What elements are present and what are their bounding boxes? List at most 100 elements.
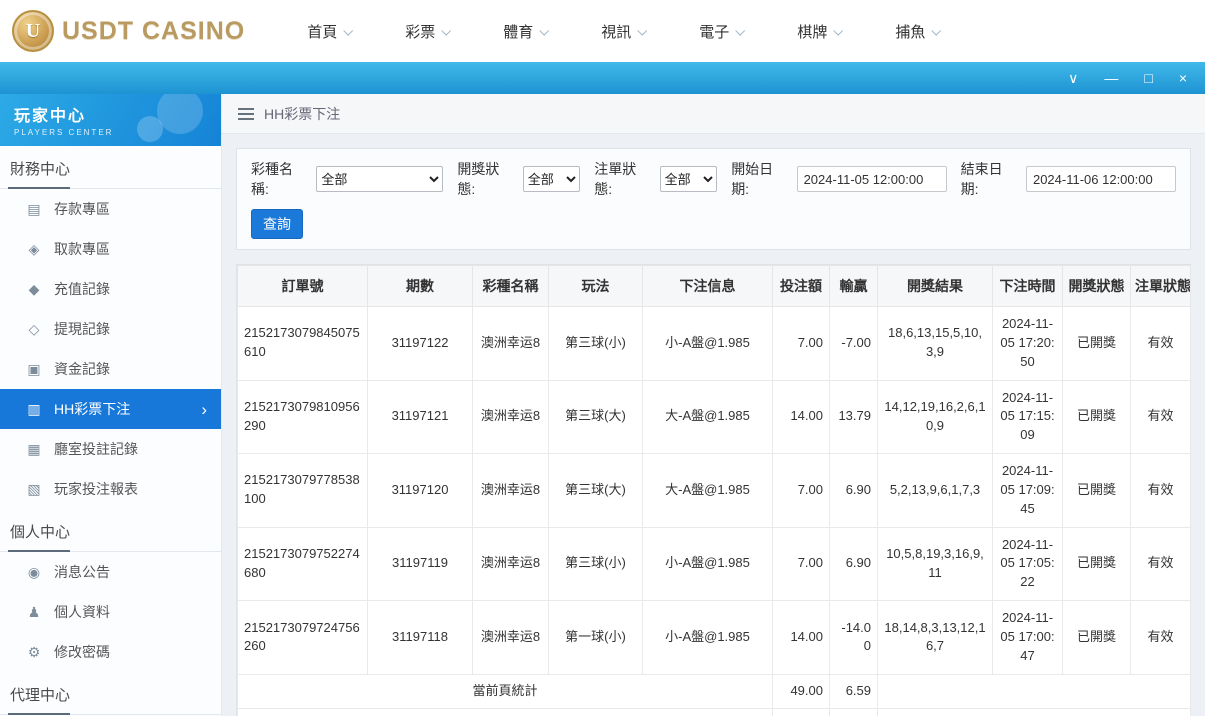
bets-table-panel: 訂單號期數彩種名稱玩法下注信息投注額輸贏開獎結果下注時間開獎狀態注單狀態2152…	[236, 264, 1191, 716]
column-header: 投注額	[773, 266, 830, 307]
table-cell: 31197122	[368, 307, 473, 381]
chevron-down-icon	[834, 25, 844, 35]
table-cell: 14.00	[773, 601, 830, 675]
grand-summary-win-loss: -15.46	[830, 708, 878, 716]
brand-logo[interactable]: U USDT CASINO	[12, 10, 245, 52]
table-cell: 已開獎	[1063, 454, 1131, 528]
players-center-subtitle: PLAYERS CENTER	[14, 128, 221, 137]
collapse-icon[interactable]: ∨	[1068, 71, 1078, 85]
chevron-down-icon	[344, 25, 354, 35]
table-cell: 18,14,8,3,13,12,16,7	[878, 601, 993, 675]
nav-item-2[interactable]: 彩票	[405, 21, 449, 42]
sidebar-item-label: 提現記錄	[54, 319, 110, 339]
filter-row: 彩種名稱: 全部 開獎狀態: 全部 注單狀態: 全部 開始日期:	[251, 159, 1176, 199]
window-titlebar: ∨ — □ ×	[0, 62, 1205, 94]
sidebar-item-bell[interactable]: ◉ 消息公告	[0, 552, 221, 592]
table-cell: 有效	[1131, 307, 1191, 381]
column-header: 輸贏	[830, 266, 878, 307]
breadcrumb: HH彩票下注	[222, 94, 1205, 134]
table-cell: 已開獎	[1063, 601, 1131, 675]
sidebar-item-user[interactable]: ♟ 個人資料	[0, 592, 221, 632]
draw-status-label: 開獎狀態:	[457, 159, 516, 199]
table-cell: 有效	[1131, 527, 1191, 601]
nav-item-label: 體育	[503, 21, 533, 42]
lottery-type-select[interactable]: 全部	[316, 166, 443, 192]
sidebar-item-label: 存款專區	[54, 199, 110, 219]
sidebar-item-withdraw[interactable]: ◈取款專區	[0, 229, 221, 269]
lottery-type-label: 彩種名稱:	[251, 159, 310, 199]
sidebar-sections: 財務中心▤存款專區◈取款專區◆充值記錄◇提現記錄▣資金記錄▥HH彩票下注›▦廳室…	[0, 146, 221, 715]
grand-summary-empty-cell	[878, 708, 1191, 716]
hall-bet-record-icon: ▦	[26, 441, 42, 458]
page-summary-bet-total: 49.00	[773, 674, 830, 708]
sidebar-item-gear[interactable]: ⚙修改密碼	[0, 632, 221, 672]
column-header: 下注時間	[993, 266, 1063, 307]
column-header: 下注信息	[643, 266, 773, 307]
nav-item-label: 棋牌	[797, 21, 827, 42]
sidebar-item-hall-bet-record[interactable]: ▦ 廳室投註記錄	[0, 429, 221, 469]
sidebar-item-cashout-record[interactable]: ◇提現記錄	[0, 309, 221, 349]
sidebar-item-funds-record[interactable]: ▣資金記錄	[0, 349, 221, 389]
table-cell: 6.90	[830, 527, 878, 601]
sidebar-section-title: 代理中心	[0, 672, 221, 715]
bell-icon: ◉	[26, 564, 42, 581]
table-cell: -14.00	[830, 601, 878, 675]
chevron-down-icon	[932, 25, 942, 35]
table-cell: 第三球(大)	[549, 454, 643, 528]
table-cell: 2152173079724756260	[238, 601, 368, 675]
minimize-icon[interactable]: —	[1104, 71, 1118, 85]
column-header: 訂單號	[238, 266, 368, 307]
sidebar-item-recharge-record[interactable]: ◆充值記錄	[0, 269, 221, 309]
sidebar-item-label: 資金記錄	[54, 359, 110, 379]
search-button[interactable]: 查詢	[251, 209, 303, 239]
sidebar-item-label: 廳室投註記錄	[54, 439, 138, 459]
sidebar-item-deposit-card[interactable]: ▤存款專區	[0, 189, 221, 229]
close-icon[interactable]: ×	[1179, 71, 1187, 85]
user-icon: ♟	[26, 604, 42, 621]
order-status-select[interactable]: 全部	[660, 166, 718, 192]
nav-item-7[interactable]: 捕魚	[895, 21, 939, 42]
table-cell: 小-A盤@1.985	[643, 307, 773, 381]
table-row: 215217307972475626031197118澳洲幸运8第一球(小)小-…	[238, 601, 1191, 675]
sidebar-item-label: 消息公告	[54, 562, 110, 582]
table-cell: 有效	[1131, 601, 1191, 675]
column-header: 期數	[368, 266, 473, 307]
table-row: 215217307984507561031197122澳洲幸运8第三球(小)小-…	[238, 307, 1191, 381]
table-cell: 澳洲幸运8	[473, 601, 549, 675]
sidebar-item-label: 玩家投注報表	[54, 479, 138, 499]
page-summary-label: 當前頁統計	[238, 674, 773, 708]
gear-icon: ⚙	[26, 644, 42, 661]
nav-item-5[interactable]: 電子	[699, 21, 743, 42]
table-cell: 已開獎	[1063, 307, 1131, 381]
sidebar-item-label: HH彩票下注	[54, 399, 130, 419]
grand-summary-bet-total: 214.00	[773, 708, 830, 716]
nav-item-6[interactable]: 棋牌	[797, 21, 841, 42]
table-cell: 已開獎	[1063, 527, 1131, 601]
table-cell: 2024-11-05 17:20:50	[993, 307, 1063, 381]
nav-item-3[interactable]: 體育	[503, 21, 547, 42]
sidebar: 玩家中心 PLAYERS CENTER 財務中心▤存款專區◈取款專區◆充值記錄◇…	[0, 94, 222, 716]
table-cell: 2024-11-05 17:15:09	[993, 380, 1063, 454]
table-cell: 第三球(小)	[549, 307, 643, 381]
players-center-title: 玩家中心	[14, 102, 221, 126]
sidebar-item-label: 個人資料	[54, 602, 110, 622]
draw-status-select[interactable]: 全部	[523, 166, 581, 192]
main-nav: 首頁 彩票 體育 視訊 電子 棋牌 捕魚	[307, 21, 939, 42]
sidebar-item-lottery-bet[interactable]: ▥HH彩票下注›	[0, 389, 221, 429]
nav-item-4[interactable]: 視訊	[601, 21, 645, 42]
end-date-label: 結束日期:	[961, 159, 1020, 199]
page-summary-win-loss: 6.59	[830, 674, 878, 708]
maximize-icon[interactable]: □	[1144, 71, 1152, 85]
nav-item-label: 視訊	[601, 21, 631, 42]
start-date-input[interactable]	[797, 166, 947, 192]
menu-toggle-icon[interactable]	[238, 108, 254, 120]
table-cell: 6.90	[830, 454, 878, 528]
column-header: 彩種名稱	[473, 266, 549, 307]
withdraw-icon: ◈	[26, 241, 42, 258]
chevron-right-icon: ›	[201, 401, 207, 418]
sidebar-item-player-report[interactable]: ▧玩家投注報表	[0, 469, 221, 509]
table-cell: 小-A盤@1.985	[643, 601, 773, 675]
end-date-input[interactable]	[1026, 166, 1176, 192]
table-cell: 澳洲幸运8	[473, 380, 549, 454]
nav-item-1[interactable]: 首頁	[307, 21, 351, 42]
